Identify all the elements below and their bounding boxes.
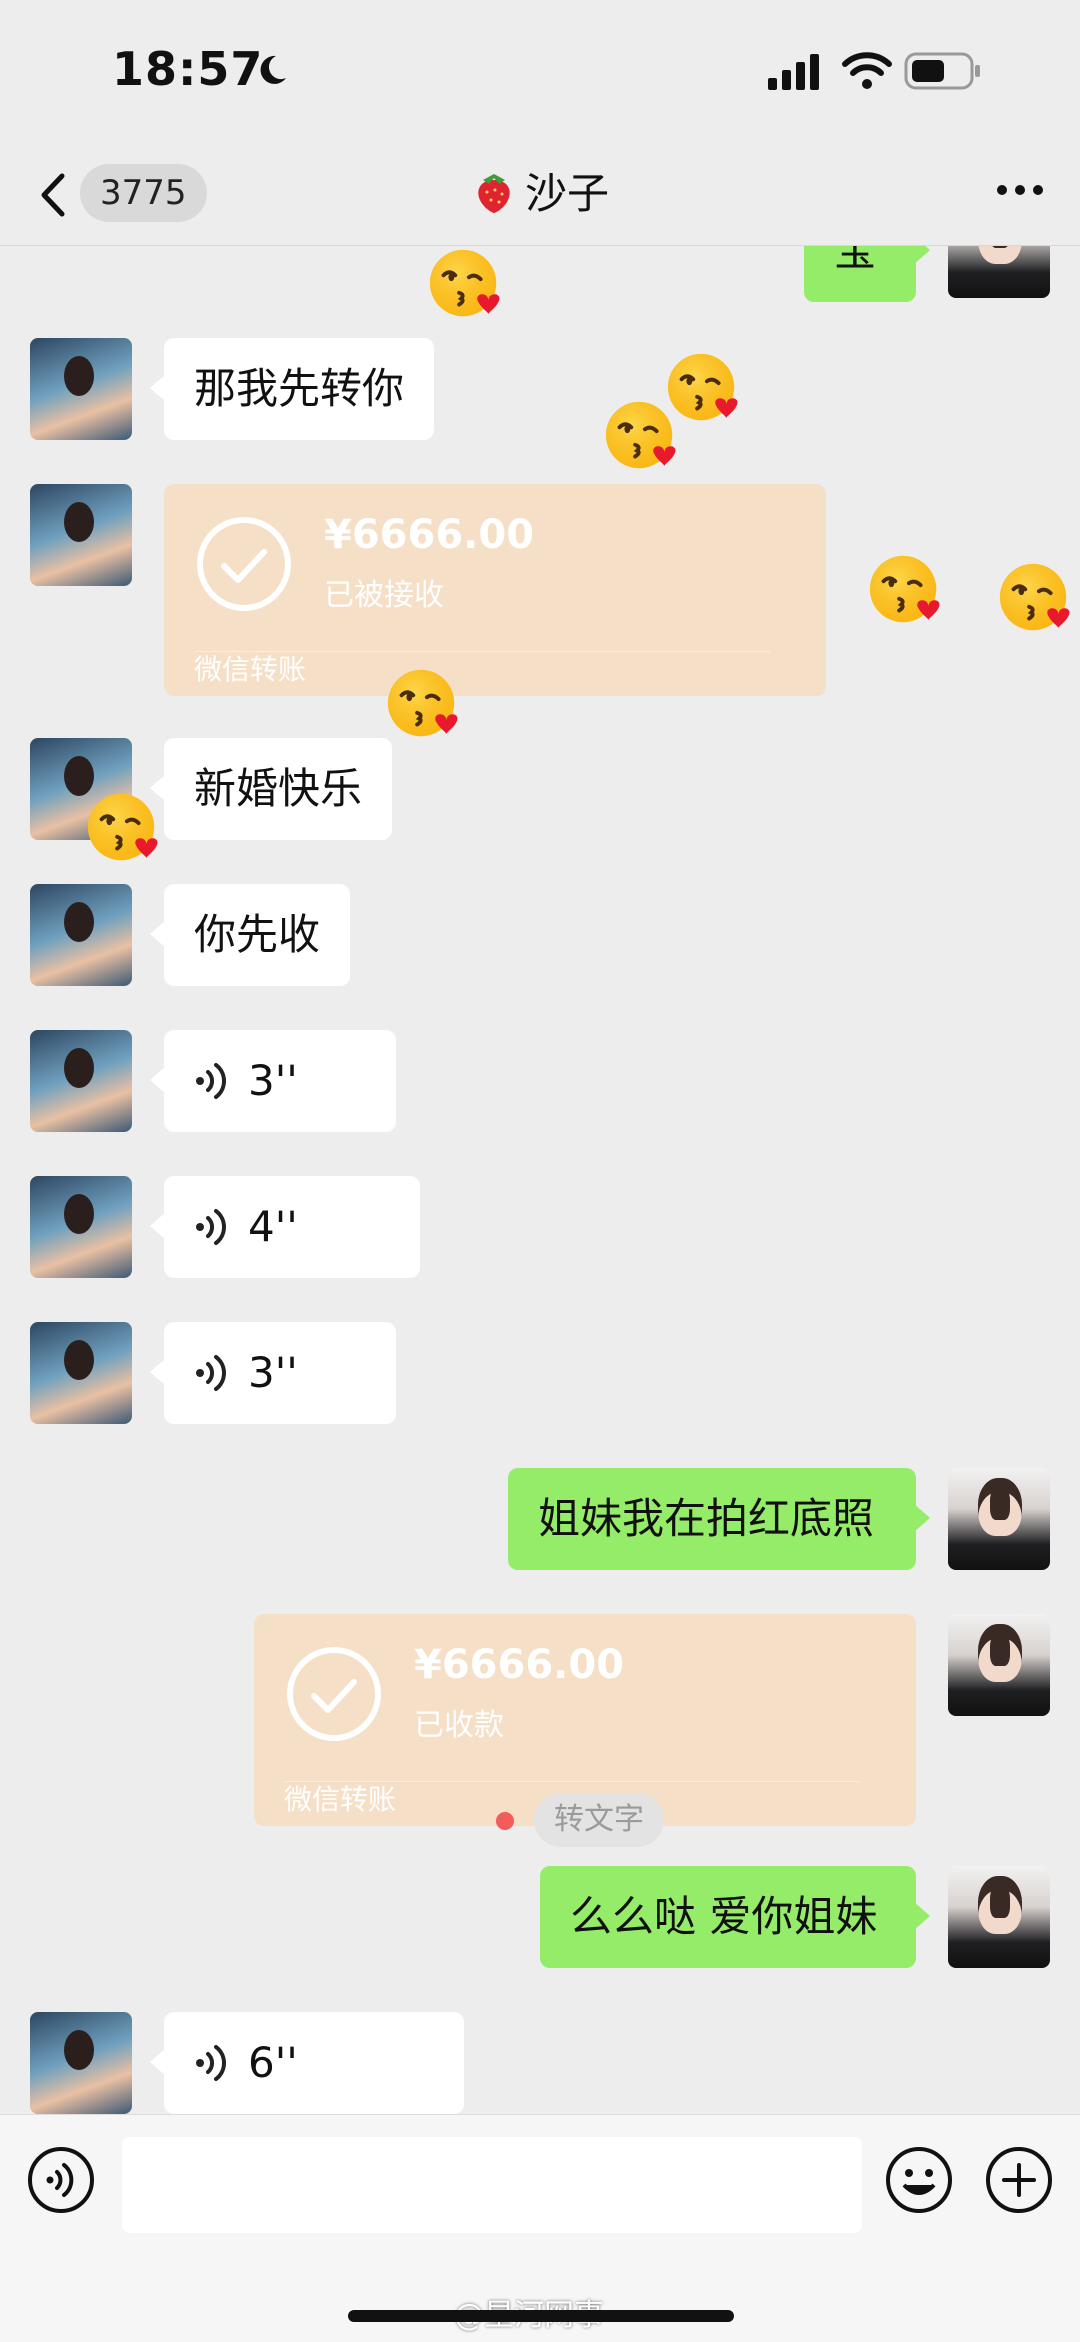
chat-title: 沙子 (0, 164, 1080, 224)
emoji-icon[interactable] (884, 2145, 954, 2215)
message-input[interactable] (122, 2137, 862, 2233)
message-bubble-sent[interactable]: 姐妹我在拍红底照 (508, 1468, 930, 1570)
message-bubble-sent[interactable]: 宝 (804, 246, 930, 302)
check-circle-icon (284, 1644, 384, 1744)
transfer-amount: ¥6666.00 (414, 1642, 625, 1688)
avatar[interactable] (948, 246, 1050, 298)
avatar[interactable] (948, 1866, 1050, 1968)
status-bar: 18:57 (0, 0, 1080, 150)
kiss-emoji-icon (384, 666, 462, 744)
voice-wave-icon (194, 1353, 230, 1393)
avatar[interactable] (948, 1468, 1050, 1570)
kiss-emoji-icon (426, 246, 504, 324)
voice-message[interactable]: 3'' (150, 1030, 396, 1132)
transfer-status: 已被接收 (324, 578, 444, 613)
message-bubble-sent[interactable]: 么么哒 爱你姐妹 (540, 1866, 930, 1968)
strawberry-icon (478, 174, 510, 213)
transfer-footer: 微信转账 (194, 653, 307, 686)
voice-wave-icon (194, 1061, 230, 1101)
voice-wave-icon (194, 2043, 230, 2083)
voice-message[interactable]: 4'' (150, 1176, 420, 1278)
transfer-amount: ¥6666.00 (324, 512, 535, 558)
avatar[interactable] (948, 1614, 1050, 1716)
kiss-emoji-icon (996, 560, 1074, 638)
more-icon[interactable] (994, 180, 1046, 200)
signal-icon (768, 54, 819, 90)
home-indicator[interactable] (348, 2310, 734, 2322)
plus-icon[interactable] (984, 2145, 1054, 2215)
transfer-status: 已收款 (414, 1708, 504, 1743)
transfer-card-received[interactable]: ¥6666.00 已被接收 微信转账 (164, 484, 826, 696)
avatar[interactable] (30, 1030, 132, 1132)
voice-message[interactable]: 3'' (150, 1322, 396, 1424)
moon-icon (260, 55, 286, 84)
message-bubble-received[interactable]: 新婚快乐 (149, 738, 393, 840)
status-time: 18:57 (112, 42, 264, 96)
battery-icon (904, 52, 980, 90)
avatar[interactable] (30, 1176, 132, 1278)
unread-dot (496, 1812, 514, 1830)
kiss-emoji-icon (84, 790, 162, 868)
avatar[interactable] (30, 884, 132, 986)
voice-wave-icon (194, 1207, 230, 1247)
avatar[interactable] (30, 484, 132, 586)
voice-message[interactable]: 6'' (150, 2012, 464, 2114)
avatar[interactable] (30, 1322, 132, 1424)
convert-to-text-button[interactable]: 转文字 (534, 1793, 664, 1847)
message-list[interactable]: 宝 那我先转你 ¥6666.00 已被接收 微信转账 新婚快乐 你先收 3'' … (0, 246, 1080, 2114)
kiss-emoji-icon (866, 552, 944, 630)
wifi-icon (842, 52, 892, 89)
message-bubble-received[interactable]: 那我先转你 (149, 338, 435, 440)
chat-header: 3775 沙子 (0, 150, 1080, 246)
kiss-emoji-icon (602, 398, 680, 476)
transfer-footer: 微信转账 (284, 1783, 397, 1816)
check-circle-icon (194, 514, 294, 614)
chat-title-text: 沙子 (524, 169, 609, 218)
avatar[interactable] (30, 2012, 132, 2114)
avatar[interactable] (30, 338, 132, 440)
voice-input-icon[interactable] (26, 2145, 96, 2215)
message-bubble-received[interactable]: 你先收 (149, 884, 351, 986)
